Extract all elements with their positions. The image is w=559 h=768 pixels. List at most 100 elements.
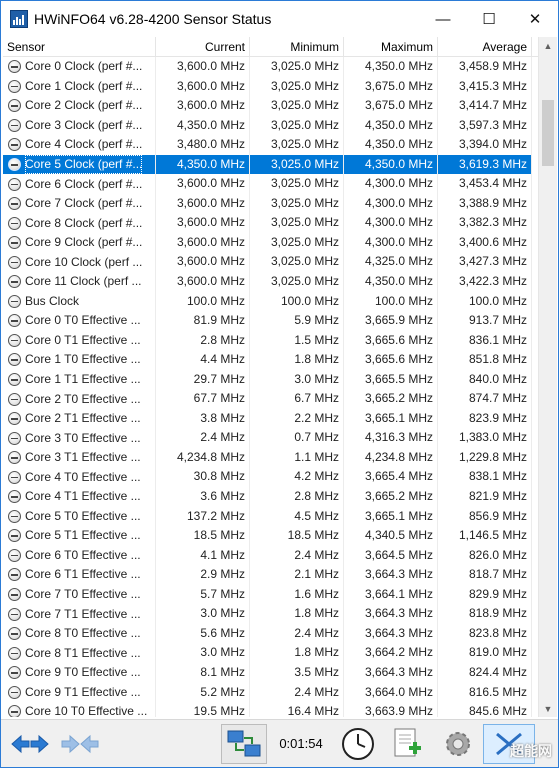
table-row[interactable]: Core 7 Clock (perf #... 3,600.0 MHz 3,025.… [3,193,538,214]
maximum-value-cell: 4,350.0 MHz [344,115,438,136]
table-row[interactable]: Core 3 T0 Effective ... 2.4 MHz 0.7 MHz 4,3… [3,428,538,448]
maximum-value-cell: 4,350.0 MHz [344,272,438,292]
maximum-value-cell: 3,665.2 MHz [344,487,438,507]
sensor-gauge-icon [8,646,21,660]
average-value-cell: 829.9 MHz [438,584,532,605]
table-row[interactable]: Core 0 T1 Effective ... 2.8 MHz 1.5 MHz 3,6… [3,330,538,351]
sensor-gauge-icon [8,509,21,523]
table-row[interactable]: Core 6 Clock (perf #... 3,600.0 MHz 3,025.… [3,174,538,194]
table-row[interactable]: Core 10 Clock (perf ... 3,600.0 MHz 3,025.… [3,252,538,273]
table-row[interactable]: Core 10 T0 Effective ... 19.5 MHz 16.4 MHz… [3,702,538,717]
table-row[interactable]: Core 9 Clock (perf #... 3,600.0 MHz 3,025.… [3,232,538,253]
sensor-name-cell: Core 10 Clock (perf ... [3,252,156,273]
average-value-cell: 856.9 MHz [438,506,532,527]
column-header-average[interactable]: Average [438,37,532,57]
table-row[interactable]: Core 1 T0 Effective ... 4.4 MHz 1.8 MHz 3,6… [3,350,538,370]
column-header-current[interactable]: Current [156,37,250,57]
maximum-value-cell: 4,234.8 MHz [344,447,438,468]
table-row[interactable]: Core 8 T1 Effective ... 3.0 MHz 1.8 MHz 3,6… [3,643,538,663]
sensor-name: Core 3 T1 Effective ... [25,450,141,465]
minimum-value-cell: 3.5 MHz [250,662,344,683]
table-row[interactable]: Core 6 T1 Effective ... 2.9 MHz 2.1 MHz 3,6… [3,565,538,585]
table-row[interactable]: Core 7 T1 Effective ... 3.0 MHz 1.8 MHz 3,6… [3,604,538,624]
column-header-maximum[interactable]: Maximum [344,37,438,57]
sensor-name-cell: Core 1 T0 Effective ... [3,350,156,370]
average-value-cell: 3,394.0 MHz [438,135,532,155]
table-row[interactable]: Bus Clock 100.0 MHz 100.0 MHz 100.0 MHz 100.… [3,291,538,312]
table-row[interactable]: Core 0 T0 Effective ... 81.9 MHz 5.9 MHz 3,… [3,311,538,331]
column-header-row: Sensor Current Minimum Maximum Average [3,37,538,57]
table-row[interactable]: Core 9 T1 Effective ... 5.2 MHz 2.4 MHz 3,6… [3,682,538,703]
maximum-value-cell: 4,300.0 MHz [344,193,438,214]
current-value-cell: 3,600.0 MHz [156,76,250,97]
table-row[interactable]: Core 7 T0 Effective ... 5.7 MHz 1.6 MHz 3,6… [3,584,538,605]
column-header-sensor[interactable]: Sensor [3,37,156,57]
table-row[interactable]: Core 3 T1 Effective ... 4,234.8 MHz 1.1 MH… [3,447,538,468]
add-report-icon[interactable] [381,724,433,764]
vertical-scrollbar[interactable]: ▲ ▼ [538,37,557,717]
minimum-value-cell: 3,025.0 MHz [250,76,344,97]
sensor-name: Core 2 T0 Effective ... [25,391,141,406]
table-row[interactable]: Core 1 T1 Effective ... 29.7 MHz 3.0 MHz 3,… [3,369,538,390]
sensor-name-cell: Core 5 Clock (perf #... [3,154,156,175]
sensor-name: Core 0 T1 Effective ... [25,332,141,347]
sensor-name-cell: Core 0 Clock (perf #... [3,57,156,77]
collapse-arrows-icon[interactable] [55,724,105,764]
table-row[interactable]: Core 2 T1 Effective ... 3.8 MHz 2.2 MHz 3,6… [3,408,538,429]
network-computers-icon[interactable] [221,723,267,764]
table-row[interactable]: Core 0 Clock (perf #... 3,600.0 MHz 3,025.… [3,57,538,77]
sensor-gauge-icon [8,138,21,152]
average-value-cell: 3,414.7 MHz [438,96,532,116]
table-row[interactable]: Core 4 Clock (perf #... 3,480.0 MHz 3,025.… [3,135,538,155]
sensor-name-cell: Core 8 T0 Effective ... [3,623,156,644]
current-value-cell: 3.0 MHz [156,643,250,663]
average-value-cell: 826.0 MHz [438,545,532,566]
scrollbar-thumb[interactable] [542,100,554,166]
table-row[interactable]: Core 4 T1 Effective ... 3.6 MHz 2.8 MHz 3,6… [3,487,538,507]
current-value-cell: 3,600.0 MHz [156,193,250,214]
expand-collapse-arrows-icon[interactable] [5,724,55,764]
scroll-up-arrow-icon[interactable]: ▲ [539,37,557,54]
table-row[interactable]: Core 11 Clock (perf ... 3,600.0 MHz 3,025.… [3,272,538,292]
table-row[interactable]: Core 4 T0 Effective ... 30.8 MHz 4.2 MHz 3,… [3,467,538,488]
minimum-value-cell: 2.4 MHz [250,545,344,566]
table-row[interactable]: Core 8 T0 Effective ... 5.6 MHz 2.4 MHz 3,6… [3,623,538,644]
table-row[interactable]: Core 9 T0 Effective ... 8.1 MHz 3.5 MHz 3,6… [3,662,538,683]
table-row[interactable]: Core 5 T1 Effective ... 18.5 MHz 18.5 MHz 4… [3,526,538,546]
column-header-minimum[interactable]: Minimum [250,37,344,57]
close-button[interactable]: ✕ [512,1,558,37]
current-value-cell: 18.5 MHz [156,526,250,546]
sensor-name: Core 3 T0 Effective ... [25,430,141,445]
sensor-name-cell: Core 5 T0 Effective ... [3,506,156,527]
minimum-value-cell: 18.5 MHz [250,526,344,546]
average-value-cell: 823.9 MHz [438,408,532,429]
minimize-button[interactable]: — [420,1,466,37]
table-row[interactable]: Core 5 T0 Effective ... 137.2 MHz 4.5 MHz 3… [3,506,538,527]
minimum-value-cell: 3,025.0 MHz [250,135,344,155]
settings-gear-icon[interactable] [433,724,483,764]
minimum-value-cell: 3,025.0 MHz [250,193,344,214]
sensor-name-cell: Core 11 Clock (perf ... [3,272,156,292]
title-bar[interactable]: HWiNFO64 v6.28-4200 Sensor Status — ☐ ✕ [1,1,558,37]
scroll-down-arrow-icon[interactable]: ▼ [539,700,557,717]
table-row[interactable]: Core 2 T0 Effective ... 67.7 MHz 6.7 MHz 3,… [3,389,538,409]
table-row[interactable]: Core 6 T0 Effective ... 4.1 MHz 2.4 MHz 3,6… [3,545,538,566]
sensor-name-cell: Core 7 T1 Effective ... [3,604,156,624]
table-row[interactable]: Core 3 Clock (perf #... 4,350.0 MHz 3,025.… [3,115,538,136]
table-row[interactable]: Core 2 Clock (perf #... 3,600.0 MHz 3,025.… [3,96,538,116]
sensor-name-cell: Core 9 T1 Effective ... [3,682,156,703]
sensor-name-cell: Core 3 Clock (perf #... [3,115,156,136]
current-value-cell: 3.8 MHz [156,408,250,429]
current-value-cell: 3,600.0 MHz [156,213,250,233]
table-row[interactable]: Core 1 Clock (perf #... 3,600.0 MHz 3,025.… [3,76,538,97]
clock-icon[interactable] [335,724,381,764]
table-row[interactable]: Core 8 Clock (perf #... 3,600.0 MHz 3,025.… [3,213,538,233]
average-value-cell: 1,229.8 MHz [438,447,532,468]
maximize-button[interactable]: ☐ [466,1,512,37]
current-value-cell: 4.4 MHz [156,350,250,370]
minimum-value-cell: 4.2 MHz [250,467,344,488]
minimum-value-cell: 3,025.0 MHz [250,252,344,273]
maximum-value-cell: 4,300.0 MHz [344,232,438,253]
table-row[interactable]: Core 5 Clock (perf #... 4,350.0 MHz 3,025.… [3,154,538,175]
current-value-cell: 67.7 MHz [156,389,250,409]
